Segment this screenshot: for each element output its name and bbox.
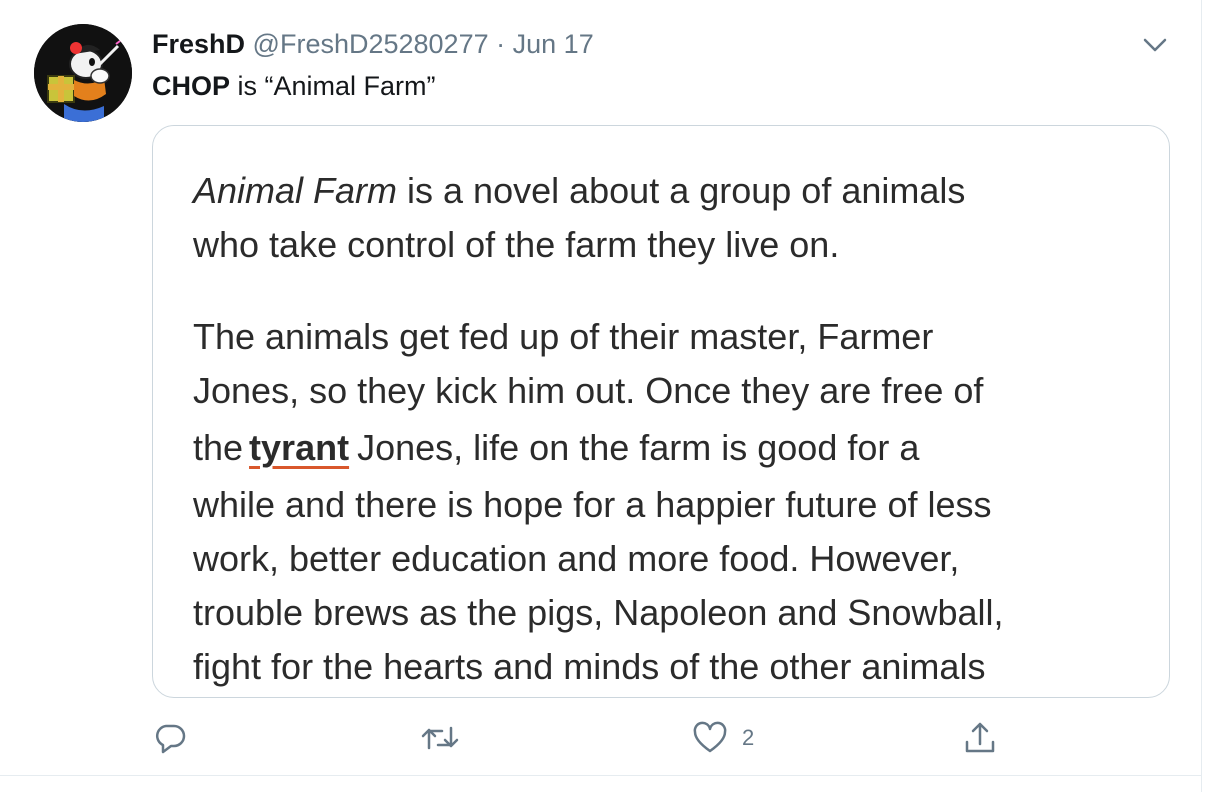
tweet-container[interactable]: FreshD @FreshD25280277 · Jun 17 CHOP is … xyxy=(0,0,1202,792)
card-text-word: the xyxy=(193,427,244,468)
reply-icon xyxy=(156,724,186,754)
retweet-button[interactable] xyxy=(420,718,460,758)
card-paragraph-1: Animal Farm is a novel about a group of … xyxy=(193,164,965,272)
card-text-line: The animals get fed up of their master, … xyxy=(193,316,934,357)
user-handle[interactable]: @FreshD25280277 xyxy=(253,29,489,59)
chevron-down-icon[interactable] xyxy=(1140,32,1170,58)
card-text-line: is a novel about a group of animals xyxy=(397,170,966,211)
card-text-line: work, better education and more food. Ho… xyxy=(193,538,960,579)
display-name[interactable]: FreshD xyxy=(152,29,245,59)
tweet-divider xyxy=(0,775,1202,776)
book-title: Animal Farm xyxy=(193,170,398,211)
share-button[interactable] xyxy=(962,718,998,758)
card-text-word: Jones, life on the farm is good for a xyxy=(357,427,920,468)
tweet-text-body: is “Animal Farm” xyxy=(230,71,436,101)
card-text-line: trouble brews as the pigs, Napoleon and … xyxy=(193,592,1004,633)
heart-icon xyxy=(693,721,727,753)
avatar-cartoon-image xyxy=(34,24,132,122)
card-paragraph-2: The animals get fed up of their master, … xyxy=(193,310,1004,694)
card-text-line: fight for the hearts and minds of the ot… xyxy=(193,646,986,687)
image-card[interactable]: Animal Farm is a novel about a group of … xyxy=(152,125,1170,698)
card-text-line: Jones, so they kick him out. Once they a… xyxy=(193,370,984,411)
tweet-text-hashtag: CHOP xyxy=(152,71,231,101)
card-text-line: who take control of the farm they live o… xyxy=(193,224,840,265)
like-count: 2 xyxy=(742,725,755,750)
tweet-date[interactable]: Jun 17 xyxy=(513,29,594,59)
avatar[interactable] xyxy=(34,24,132,122)
retweet-icon xyxy=(421,726,459,750)
like-button[interactable]: 2 xyxy=(692,718,754,758)
keyword-tyrant: tyrant xyxy=(249,427,350,468)
header-separator: · xyxy=(496,29,506,59)
tweet-actions: 2 xyxy=(0,718,1202,762)
reply-button[interactable] xyxy=(152,718,188,758)
card-text-line: while and there is hope for a happier fu… xyxy=(193,484,992,525)
share-icon xyxy=(965,722,995,753)
tweet-header: FreshD @FreshD25280277 · Jun 17 xyxy=(152,28,594,60)
tweet-text: CHOP is “Animal Farm” xyxy=(152,70,436,102)
